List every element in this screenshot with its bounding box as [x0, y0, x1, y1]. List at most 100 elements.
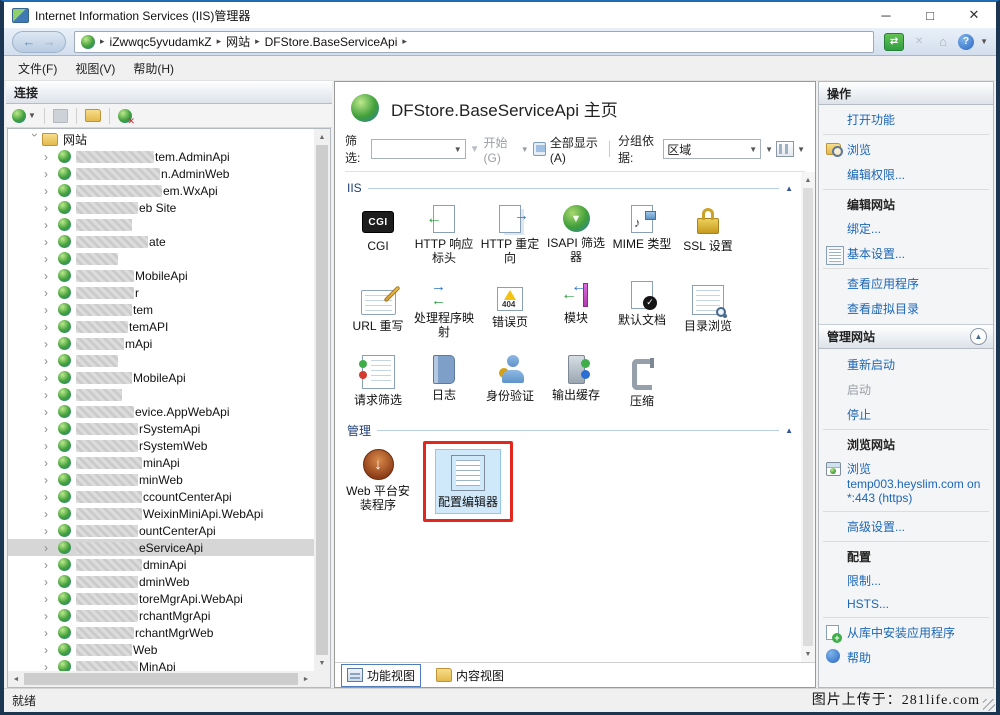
- expand-chevron-icon[interactable]: ›: [44, 456, 58, 470]
- expand-chevron-icon[interactable]: ›: [44, 354, 58, 368]
- action-help[interactable]: 帮助: [819, 645, 993, 670]
- breadcrumb-separator-icon[interactable]: ▸: [402, 36, 407, 47]
- feature-http-redirect[interactable]: HTTP 重定向: [477, 199, 543, 271]
- action-start[interactable]: 启动: [819, 377, 993, 402]
- tab-features-view[interactable]: 功能视图: [341, 664, 421, 687]
- action-browse-site[interactable]: 浏览 temp003.heyslim.com on *:443 (https): [819, 456, 993, 509]
- expand-chevron-icon[interactable]: ›: [44, 286, 58, 300]
- collapsible-section-header[interactable]: 管理网站▲: [819, 324, 993, 349]
- tree-site-item[interactable]: ›ccountCenterApi: [8, 488, 314, 505]
- expand-chevron-icon[interactable]: ›: [44, 303, 58, 317]
- feature-compression[interactable]: 压缩: [609, 349, 675, 413]
- tree-site-item[interactable]: ›em.WxApi: [8, 182, 314, 199]
- tree-site-item[interactable]: ›tem.AdminApi: [8, 148, 314, 165]
- tree-site-item[interactable]: ›minWeb: [8, 471, 314, 488]
- save-connections-icon[interactable]: [53, 109, 68, 123]
- feature-request-filtering[interactable]: 请求筛选: [345, 349, 411, 412]
- feature-url-rewrite[interactable]: URL 重写: [345, 275, 411, 338]
- tree-site-item[interactable]: ›WeixinMiniApi.WebApi: [8, 505, 314, 522]
- tree-site-item[interactable]: ›: [8, 386, 314, 403]
- view-mode-icon[interactable]: [776, 141, 794, 157]
- expand-chevron-icon[interactable]: ›: [44, 524, 58, 538]
- expand-chevron-icon[interactable]: ›: [44, 490, 58, 504]
- tree-site-item[interactable]: ›ountCenterApi: [8, 522, 314, 539]
- tree-site-item[interactable]: ›Web: [8, 641, 314, 658]
- scroll-right-icon[interactable]: ►: [298, 671, 314, 687]
- tree-site-item[interactable]: ›: [8, 216, 314, 233]
- tree-site-item[interactable]: ›: [8, 250, 314, 267]
- disconnect-icon[interactable]: [118, 109, 132, 123]
- action-limits[interactable]: 限制...: [819, 568, 993, 593]
- expand-chevron-icon[interactable]: ›: [44, 643, 58, 657]
- expand-chevron-icon[interactable]: ›: [44, 371, 58, 385]
- tree-root-sites[interactable]: › 网站: [8, 131, 314, 148]
- expand-chevron-icon[interactable]: ›: [44, 422, 58, 436]
- breadcrumb-separator-icon[interactable]: ▸: [255, 36, 260, 47]
- expand-chevron-icon[interactable]: ›: [44, 388, 58, 402]
- feature-http-response-headers[interactable]: HTTP 响应标头: [411, 199, 477, 271]
- collapse-chevron-icon[interactable]: ▲: [785, 426, 793, 435]
- view-left-dropdown-icon[interactable]: ▼: [765, 145, 773, 154]
- expand-chevron-icon[interactable]: ›: [44, 150, 58, 164]
- action-basic-settings[interactable]: 基本设置...: [819, 241, 993, 266]
- feature-isapi-filters[interactable]: ISAPI 筛选器: [543, 199, 609, 270]
- tree-site-item[interactable]: ›mApi: [8, 335, 314, 352]
- expand-chevron-icon[interactable]: ›: [44, 660, 58, 672]
- feature-handler-mappings[interactable]: 处理程序映射: [411, 275, 477, 345]
- refresh-icon[interactable]: ⇄: [884, 33, 904, 51]
- scroll-left-icon[interactable]: ◄: [8, 671, 24, 687]
- action-view-applications[interactable]: 查看应用程序: [819, 271, 993, 296]
- scroll-up-icon[interactable]: ▲: [800, 172, 815, 188]
- expand-chevron-icon[interactable]: ›: [44, 473, 58, 487]
- menu-file[interactable]: 文件(F): [10, 57, 65, 80]
- breadcrumb-current-site[interactable]: DFStore.BaseServiceApi: [265, 35, 398, 49]
- scroll-up-icon[interactable]: ▲: [314, 129, 330, 145]
- scroll-down-icon[interactable]: ▼: [314, 655, 330, 671]
- create-connection-button[interactable]: ▼: [12, 109, 36, 123]
- tree-site-item[interactable]: ›tem: [8, 301, 314, 318]
- expand-chevron-icon[interactable]: ›: [44, 609, 58, 623]
- filter-input[interactable]: ▼: [371, 139, 466, 159]
- tree-site-item[interactable]: ›MinApi: [8, 658, 314, 671]
- action-advanced-settings[interactable]: 高级设置...: [819, 514, 993, 539]
- tab-content-view[interactable]: 内容视图: [431, 665, 509, 686]
- menu-help[interactable]: 帮助(H): [125, 57, 182, 80]
- tree-site-item[interactable]: ›MobileApi: [8, 369, 314, 386]
- action-hsts[interactable]: HSTS...: [819, 593, 993, 615]
- breadcrumb[interactable]: ▸ iZwwqc5yvudamkZ ▸ 网站 ▸ DFStore.BaseSer…: [74, 31, 874, 53]
- action-view-virtual-directories[interactable]: 查看虚拟目录: [819, 296, 993, 321]
- tree-site-item[interactable]: ›ate: [8, 233, 314, 250]
- scroll-down-icon[interactable]: ▼: [800, 646, 815, 662]
- tree-site-item[interactable]: ›rchantMgrWeb: [8, 624, 314, 641]
- feature-modules[interactable]: 模块: [543, 275, 609, 330]
- scrollbar-thumb[interactable]: [316, 145, 328, 655]
- help-dropdown-icon[interactable]: ▼: [980, 37, 988, 46]
- expand-chevron-icon[interactable]: ›: [44, 592, 58, 606]
- feature-configuration-editor[interactable]: 配置编辑器: [435, 449, 501, 514]
- tree-horizontal-scrollbar[interactable]: ◄ ►: [8, 671, 314, 687]
- view-dropdown-icon[interactable]: ▼: [797, 145, 805, 154]
- collapse-chevron-icon[interactable]: ▲: [785, 184, 793, 193]
- expand-chevron-icon[interactable]: ›: [44, 337, 58, 351]
- feature-authentication[interactable]: 身份验证: [477, 349, 543, 408]
- maximize-button[interactable]: □: [908, 2, 952, 28]
- feature-mime-types[interactable]: MIME 类型: [609, 199, 675, 256]
- tree-site-item[interactable]: ›n.AdminWeb: [8, 165, 314, 182]
- breadcrumb-server[interactable]: iZwwqc5yvudamkZ: [110, 35, 212, 49]
- feature-web-platform-installer[interactable]: Web 平台安装程序: [345, 443, 411, 518]
- expand-chevron-icon[interactable]: ›: [44, 439, 58, 453]
- scrollbar-thumb[interactable]: [803, 188, 813, 646]
- tree-site-item[interactable]: ›r: [8, 284, 314, 301]
- expand-chevron-icon[interactable]: ›: [44, 626, 58, 640]
- tree-site-item[interactable]: ›eServiceApi: [8, 539, 314, 556]
- expand-chevron-icon[interactable]: ›: [44, 405, 58, 419]
- tree-site-item[interactable]: ›minApi: [8, 454, 314, 471]
- expand-chevron-icon[interactable]: ›: [44, 167, 58, 181]
- tree-site-item[interactable]: ›: [8, 352, 314, 369]
- breadcrumb-sites[interactable]: 网站: [226, 33, 250, 50]
- collapse-chevron-icon[interactable]: ›: [28, 133, 42, 147]
- features-scrollbar[interactable]: ▲ ▼: [801, 172, 815, 662]
- action-browse[interactable]: 浏览: [819, 137, 993, 162]
- tree-site-item[interactable]: ›rSystemWeb: [8, 437, 314, 454]
- feature-ssl-settings[interactable]: SSL 设置: [675, 199, 741, 258]
